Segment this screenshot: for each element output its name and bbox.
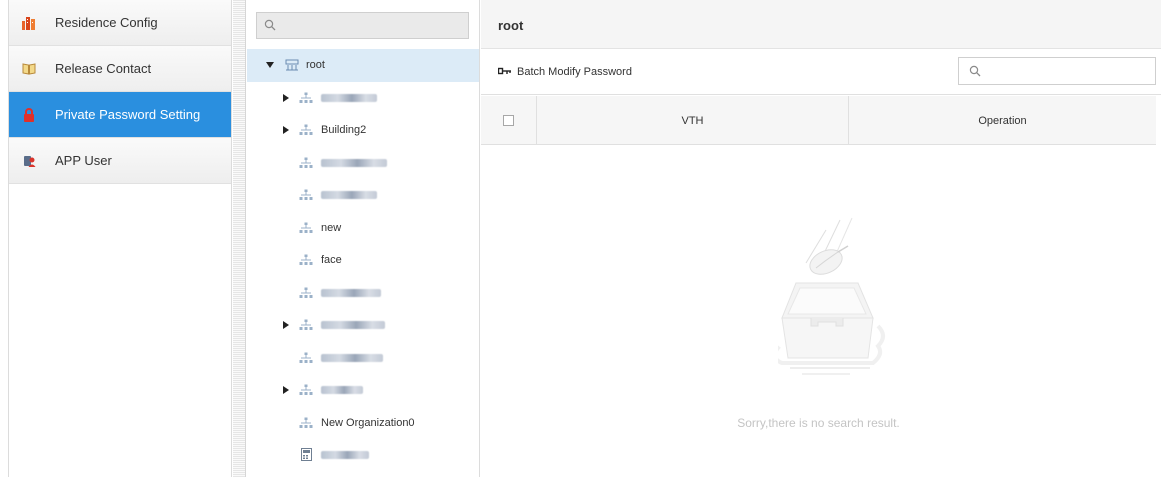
organization-tree: root Building2 new face New Organization… (247, 49, 479, 472)
search-icon (264, 19, 276, 34)
tree-node-label: new (321, 221, 342, 234)
tree-node[interactable] (247, 277, 479, 310)
tree-node-label: Building2 (321, 124, 367, 136)
tree-search-box[interactable] (256, 12, 469, 39)
tree-node-building2[interactable]: Building2 (247, 114, 479, 147)
tree-node[interactable] (247, 309, 479, 342)
organization-icon (299, 287, 313, 302)
tree-node-face[interactable]: face (247, 244, 479, 277)
tree-node[interactable] (247, 179, 479, 212)
nav-label: APP User (55, 153, 112, 168)
organization-icon (299, 124, 313, 139)
column-header-vth[interactable]: VTH (537, 96, 849, 145)
tree-node-label-redacted (321, 157, 387, 169)
panel-splitter[interactable] (233, 0, 246, 477)
tree-node[interactable] (247, 147, 479, 180)
select-all-checkbox[interactable] (503, 115, 514, 126)
nav-label: Residence Config (55, 15, 158, 30)
main-search-box[interactable] (958, 57, 1156, 85)
organization-tree-panel: root Building2 new face New Organization… (247, 0, 480, 477)
nav-item-residence-config[interactable]: Residence Config (9, 0, 231, 46)
main-header: root (481, 0, 1161, 49)
organization-icon (299, 352, 313, 367)
user-phone-icon (21, 153, 37, 169)
nav-item-app-user[interactable]: APP User (9, 138, 231, 184)
table-header: VTH Operation (481, 96, 1156, 145)
organization-icon (299, 384, 313, 399)
organization-icon (299, 417, 313, 432)
tree-node[interactable] (247, 374, 479, 407)
tree-search-input[interactable] (283, 16, 463, 36)
tree-node-label: New Organization0 (321, 416, 415, 429)
expand-arrow-icon[interactable] (283, 321, 289, 329)
tree-node-label-redacted (321, 384, 363, 396)
main-search-input[interactable] (989, 61, 1149, 81)
organization-icon (299, 189, 313, 204)
tree-node-new[interactable]: new (247, 212, 479, 245)
building-icon (21, 15, 37, 31)
tree-node-label-redacted (321, 449, 369, 461)
lock-icon (21, 107, 37, 123)
device-icon (301, 448, 312, 464)
column-header-operation[interactable]: Operation (849, 96, 1156, 145)
expand-arrow-icon[interactable] (266, 62, 274, 68)
empty-box-illustration (768, 208, 888, 381)
organization-icon (299, 157, 313, 172)
nav-label: Private Password Setting (55, 107, 201, 122)
nav-label: Release Contact (55, 61, 152, 76)
nav-item-release-contact[interactable]: Release Contact (9, 46, 231, 92)
left-nav: Residence Config Release Contact Private… (8, 0, 232, 477)
nav-item-private-password-setting[interactable]: Private Password Setting (9, 92, 231, 138)
tree-node-label: root (306, 59, 325, 71)
main-panel: root Batch Modify Password VTH Operation (481, 0, 1161, 477)
tree-node-label-redacted (321, 287, 381, 299)
key-icon (498, 67, 512, 77)
tree-node-device[interactable] (247, 439, 479, 472)
batch-modify-password-button[interactable]: Batch Modify Password (498, 66, 632, 78)
organization-icon (299, 254, 313, 269)
tree-node-label-redacted (321, 189, 377, 201)
batch-modify-password-label: Batch Modify Password (517, 66, 632, 78)
root-node-icon (285, 59, 299, 74)
tree-node-root[interactable]: root (247, 49, 479, 82)
expand-arrow-icon[interactable] (283, 93, 289, 102)
tree-node-label: face (321, 254, 342, 266)
tree-node[interactable] (247, 342, 479, 375)
tree-node-new-organization0[interactable]: New Organization0 (247, 407, 479, 440)
organization-icon (299, 222, 313, 237)
expand-arrow-icon[interactable] (283, 386, 289, 394)
toolbar: Batch Modify Password (481, 49, 1161, 95)
book-icon (21, 61, 37, 77)
tree-node-label-redacted (321, 92, 377, 104)
page-title: root (498, 18, 524, 33)
select-all-cell (481, 96, 537, 145)
tree-node-label-redacted (321, 352, 383, 364)
organization-icon (299, 92, 313, 107)
tree-node[interactable] (247, 82, 479, 115)
expand-arrow-icon[interactable] (283, 126, 289, 134)
tree-node-label-redacted (321, 319, 385, 331)
search-icon (969, 65, 981, 80)
empty-result-message: Sorry,there is no search result. (737, 416, 900, 430)
organization-icon (299, 319, 313, 334)
